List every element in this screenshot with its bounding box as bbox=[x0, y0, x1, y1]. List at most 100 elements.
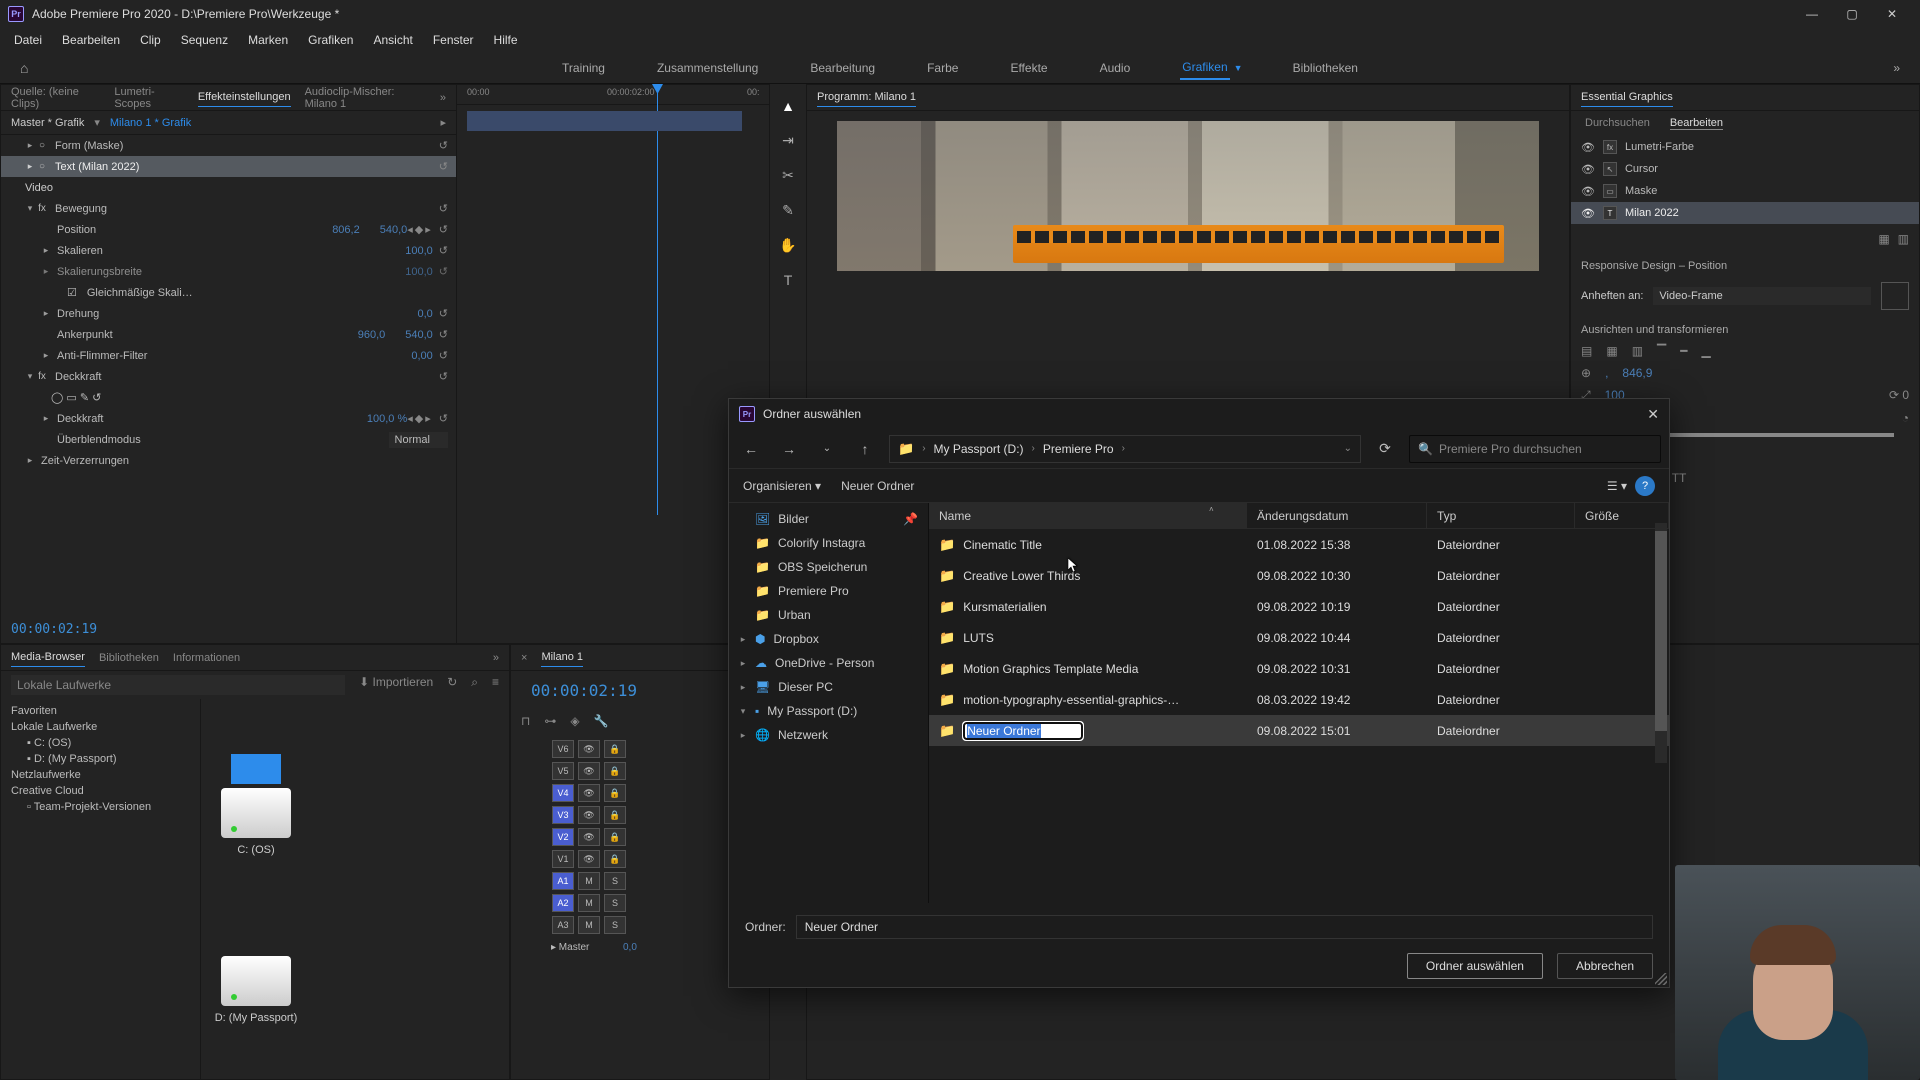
tab-bibliotheken[interactable]: Bibliotheken bbox=[99, 649, 159, 667]
ec-property-row[interactable]: ▸Skalierungsbreite100,0↺ bbox=[1, 261, 456, 282]
col-name[interactable]: Name bbox=[929, 503, 1247, 528]
view-mode-button[interactable]: ☰ ▾ bbox=[1607, 479, 1627, 493]
ec-property-row[interactable]: ▸○Form (Maske)↺ bbox=[1, 135, 456, 156]
file-row[interactable]: 📁Creative Lower Thirds09.08.2022 10:30Da… bbox=[929, 560, 1669, 591]
track-select-tool-icon[interactable]: ⇥ bbox=[782, 132, 794, 149]
breadcrumb[interactable]: 📁 › My Passport (D:) › Premiere Pro › ⌄ bbox=[889, 435, 1361, 463]
eg-pos-y[interactable]: 846,9 bbox=[1622, 366, 1652, 380]
eg-subtab-browse[interactable]: Durchsuchen bbox=[1585, 117, 1650, 130]
tree-lokale[interactable]: Lokale Laufwerke bbox=[1, 719, 200, 735]
ws-zusammenstellung[interactable]: Zusammenstellung bbox=[655, 57, 760, 79]
align-right-icon[interactable]: ▥ bbox=[1632, 344, 1643, 358]
tree-team[interactable]: ▫ Team-Projekt-Versionen bbox=[1, 799, 200, 815]
tree-cc[interactable]: Creative Cloud bbox=[1, 783, 200, 799]
eg-tab[interactable]: Essential Graphics bbox=[1581, 88, 1673, 107]
eg-group-icon[interactable]: ▥ bbox=[1898, 232, 1909, 246]
ws-training[interactable]: Training bbox=[560, 57, 607, 79]
align-mid-icon[interactable]: ━ bbox=[1680, 344, 1687, 358]
menu-fenster[interactable]: Fenster bbox=[423, 29, 484, 51]
program-monitor[interactable] bbox=[837, 121, 1539, 271]
ws-overflow-icon[interactable]: » bbox=[1893, 61, 1900, 75]
ec-clip[interactable]: Milano 1 * Grafik bbox=[110, 117, 191, 129]
dialog-titlebar[interactable]: Pr Ordner auswählen ✕ bbox=[729, 399, 1669, 429]
tree-c[interactable]: ▪ C: (OS) bbox=[1, 735, 200, 751]
ec-property-row[interactable]: ▸Deckkraft100,0 %◂◆▸↺ bbox=[1, 408, 456, 429]
tree-favoriten[interactable]: Favoriten bbox=[1, 703, 200, 719]
resize-grip[interactable] bbox=[1655, 973, 1667, 985]
cancel-button[interactable]: Abbrechen bbox=[1557, 953, 1653, 979]
ec-property-row[interactable]: ▸○Text (Milan 2022)↺ bbox=[1, 156, 456, 177]
ec-master[interactable]: Master * Grafik bbox=[11, 117, 84, 129]
program-tab[interactable]: Programm: Milano 1 bbox=[817, 88, 916, 107]
eg-pos-icon[interactable]: ⊕ bbox=[1581, 366, 1591, 380]
timeline-close-icon[interactable]: × bbox=[521, 652, 527, 664]
bc-folder[interactable]: Premiere Pro bbox=[1043, 442, 1114, 456]
drive-c[interactable]: C: (OS) bbox=[211, 754, 301, 856]
ws-effekte[interactable]: Effekte bbox=[1008, 57, 1049, 79]
menu-grafiken[interactable]: Grafiken bbox=[298, 29, 363, 51]
align-center-icon[interactable]: ▦ bbox=[1606, 344, 1617, 358]
tab-quelle[interactable]: Quelle: (keine Clips) bbox=[11, 83, 100, 113]
select-folder-button[interactable]: Ordner auswählen bbox=[1407, 953, 1543, 979]
ws-bibliotheken[interactable]: Bibliotheken bbox=[1291, 57, 1360, 79]
file-row[interactable]: 📁Cinematic Title01.08.2022 15:38Dateiord… bbox=[929, 529, 1669, 560]
project-overflow-icon[interactable]: » bbox=[493, 652, 499, 664]
mb-filter-icon[interactable]: ≡ bbox=[492, 675, 499, 695]
ec-timecode[interactable]: 00:00:02:19 bbox=[1, 616, 456, 643]
selection-tool-icon[interactable]: ▲ bbox=[781, 98, 795, 114]
nav-forward-button[interactable]: → bbox=[775, 435, 803, 463]
ec-ruler[interactable]: 00:00 00:00:02:00 00: bbox=[457, 85, 769, 105]
menu-clip[interactable]: Clip bbox=[130, 29, 171, 51]
bc-drive[interactable]: My Passport (D:) bbox=[934, 442, 1024, 456]
col-type[interactable]: Typ bbox=[1427, 503, 1575, 528]
organise-button[interactable]: Organisieren ▾ bbox=[743, 479, 821, 493]
sidebar-item[interactable]: 🖼Bilder📌 bbox=[729, 507, 928, 531]
sidebar-item[interactable]: ▸🖥Dieser PC bbox=[729, 675, 928, 699]
ec-property-row[interactable]: ☑Gleichmäßige Skali… bbox=[1, 282, 456, 303]
ec-property-row[interactable]: Ankerpunkt960,0540,0↺ bbox=[1, 324, 456, 345]
search-box[interactable]: 🔍 Premiere Pro durchsuchen bbox=[1409, 435, 1661, 463]
ws-dropdown-icon[interactable]: ▼ bbox=[1234, 63, 1243, 73]
menu-hilfe[interactable]: Hilfe bbox=[484, 29, 528, 51]
eg-pin-value[interactable]: Video-Frame bbox=[1653, 287, 1871, 305]
pen-tool-icon[interactable]: ✎ bbox=[782, 202, 794, 219]
file-row[interactable]: 📁09.08.2022 15:01Dateiordner bbox=[929, 715, 1669, 746]
menu-bearbeiten[interactable]: Bearbeiten bbox=[52, 29, 130, 51]
file-row[interactable]: 📁Motion Graphics Template Media09.08.202… bbox=[929, 653, 1669, 684]
mb-refresh-icon[interactable]: ↻ bbox=[447, 675, 457, 695]
new-folder-button[interactable]: Neuer Ordner bbox=[841, 479, 914, 493]
tab-lumetri[interactable]: Lumetri-Scopes bbox=[114, 83, 183, 113]
align-bot-icon[interactable]: ▁ bbox=[1702, 344, 1711, 358]
tl-marker-icon[interactable]: ◈ bbox=[570, 714, 579, 728]
eg-layer[interactable]: 👁fxLumetri-Farbe bbox=[1571, 136, 1919, 158]
ec-property-row[interactable]: Position806,2540,0◂◆▸↺ bbox=[1, 219, 456, 240]
ec-property-row[interactable]: ▸Skalieren100,0↺ bbox=[1, 240, 456, 261]
sidebar-item[interactable]: 📁Premiere Pro bbox=[729, 579, 928, 603]
sidebar-item[interactable]: 📁Urban bbox=[729, 603, 928, 627]
tl-wrench-icon[interactable]: 🔧 bbox=[594, 714, 609, 728]
sidebar-item[interactable]: ▾▪My Passport (D:) bbox=[729, 699, 928, 723]
nav-up-button[interactable]: ↑ bbox=[851, 435, 879, 463]
eg-layer[interactable]: 👁TMilan 2022 bbox=[1571, 202, 1919, 224]
mb-search-icon[interactable]: ⌕ bbox=[471, 675, 478, 695]
sidebar-item[interactable]: 📁Colorify Instagra bbox=[729, 531, 928, 555]
tab-effekteinstellungen[interactable]: Effekteinstellungen bbox=[198, 88, 291, 107]
source-overflow-icon[interactable]: » bbox=[440, 92, 446, 104]
ec-property-row[interactable]: ▾fxBewegung↺ bbox=[1, 198, 456, 219]
timeline-tab[interactable]: Milano 1 bbox=[541, 648, 583, 667]
ec-property-row[interactable]: ▸Zeit-Verzerrungen bbox=[1, 450, 456, 471]
tl-snap-icon[interactable]: ⊓ bbox=[521, 714, 530, 728]
sidebar-item[interactable]: ▸☁OneDrive - Person bbox=[729, 651, 928, 675]
drive-d[interactable]: D: (My Passport) bbox=[211, 956, 301, 1024]
ws-farbe[interactable]: Farbe bbox=[925, 57, 960, 79]
ec-property-row[interactable]: ▾fxDeckkraft↺ bbox=[1, 366, 456, 387]
mb-import-btn[interactable]: ⬇ Importieren bbox=[359, 675, 433, 695]
tl-timecode[interactable]: 00:00:02:19 bbox=[521, 675, 647, 706]
ec-property-row[interactable]: Video bbox=[1, 177, 456, 198]
ws-grafiken[interactable]: Grafiken bbox=[1180, 56, 1229, 80]
nav-recent-button[interactable]: ⌄ bbox=[813, 435, 841, 463]
menu-datei[interactable]: Datei bbox=[4, 29, 52, 51]
dialog-scroll-thumb[interactable] bbox=[1655, 531, 1667, 731]
tree-d[interactable]: ▪ D: (My Passport) bbox=[1, 751, 200, 767]
close-button[interactable]: ✕ bbox=[1872, 0, 1912, 28]
